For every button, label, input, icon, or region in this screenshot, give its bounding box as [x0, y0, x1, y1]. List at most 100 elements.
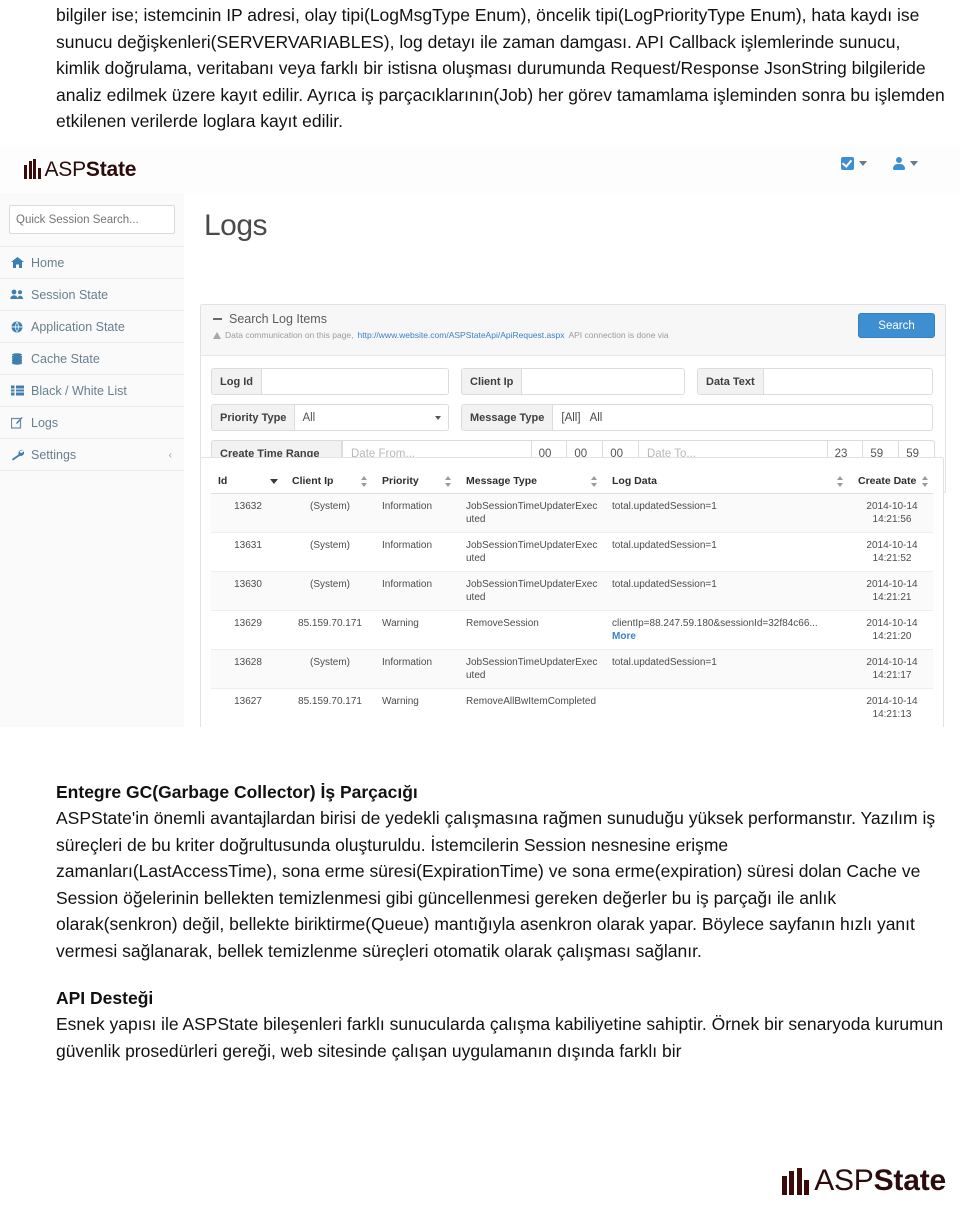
embedded-app-screenshot: ASPState Home — [0, 145, 960, 727]
cell-create-date: 2014-10-14 14:21:20 — [851, 610, 933, 650]
home-icon — [10, 257, 24, 269]
search-input[interactable] — [10, 206, 174, 233]
cell-message-type: RemoveAllBwItemCompleted — [459, 688, 605, 727]
column-header-create-date[interactable]: Create Date — [851, 469, 933, 494]
sort-both-icon — [922, 475, 929, 487]
cell-priority: Warning — [375, 610, 459, 650]
logo-bars-icon — [24, 159, 41, 179]
client-ip-field: Client Ip — [461, 368, 685, 395]
table-row[interactable]: 13627 85.159.70.171 Warning RemoveAllBwI… — [211, 688, 933, 727]
data-text-field: Data Text — [697, 368, 933, 395]
column-header-message-type[interactable]: Message Type — [459, 469, 605, 494]
logs-table-card: Id Client Ip Priority Message Type Log D… — [200, 457, 944, 727]
sidebar-item-black-white-list[interactable]: Black / White List — [0, 375, 184, 407]
header-checkbox-menu[interactable] — [841, 157, 867, 170]
panel-title: Search Log Items — [229, 312, 327, 326]
cell-message-type: JobSessionTimeUpdaterExecuted — [459, 649, 605, 689]
message-type-value-tag: [All] — [561, 411, 581, 424]
cell-message-type: RemoveSession — [459, 610, 605, 650]
data-text-input[interactable] — [763, 369, 932, 394]
log-id-field: Log Id — [211, 368, 449, 395]
column-header-client-ip[interactable]: Client Ip — [285, 469, 375, 494]
cell-client-ip: (System) — [285, 649, 375, 689]
cell-id: 13631 — [211, 532, 285, 572]
cell-client-ip: 85.159.70.171 — [285, 610, 375, 650]
minus-icon[interactable] — [213, 318, 222, 320]
cell-client-ip: (System) — [285, 571, 375, 611]
more-link[interactable]: More — [612, 631, 636, 642]
sidebar-item-label: Application State — [31, 319, 125, 334]
table-row[interactable]: 13630 (System) Information JobSessionTim… — [211, 571, 933, 611]
table-row[interactable]: 13629 85.159.70.171 Warning RemoveSessio… — [211, 610, 933, 650]
sidebar-item-label: Home — [31, 255, 65, 270]
quick-session-search — [9, 205, 175, 234]
search-submit-button[interactable]: Search — [858, 313, 935, 338]
sidebar-item-label: Session State — [31, 287, 109, 302]
cell-log-data: total.updatedSession=1 — [605, 493, 851, 533]
priority-type-select[interactable]: All — [295, 405, 448, 430]
sidebar-item-application-state[interactable]: Application State — [0, 311, 184, 343]
sidebar-item-session-state[interactable]: Session State — [0, 279, 184, 311]
logo-text-light: ASP — [44, 157, 87, 181]
column-header-priority[interactable]: Priority — [375, 469, 459, 494]
log-id-input[interactable] — [262, 369, 448, 394]
sidebar-nav: Home Session State Application State Cac… — [0, 246, 184, 471]
cell-message-type: JobSessionTimeUpdaterExecuted — [459, 571, 605, 611]
sidebar-item-label: Logs — [31, 415, 59, 430]
cell-create-date: 2014-10-14 14:21:13 — [851, 688, 933, 727]
column-header-id[interactable]: Id — [211, 469, 285, 494]
table-row[interactable]: 13632 (System) Information JobSessionTim… — [211, 493, 933, 533]
lower-prose: Entegre GC(Garbage Collector) İş Parçacı… — [0, 780, 960, 1064]
sidebar: Home Session State Application State Cac… — [0, 193, 185, 727]
table-row[interactable]: 13628 (System) Information JobSessionTim… — [211, 649, 933, 689]
column-label: Message Type — [466, 475, 538, 487]
sort-both-icon — [445, 475, 452, 487]
cell-id: 13628 — [211, 649, 285, 689]
warning-icon — [213, 332, 221, 339]
chevron-down-icon — [910, 161, 918, 166]
column-label: Priority — [382, 475, 419, 487]
cell-client-ip: (System) — [285, 532, 375, 572]
checkbox-checked-icon — [841, 157, 854, 170]
log-id-label: Log Id — [212, 369, 262, 394]
cell-create-date: 2014-10-14 14:21:52 — [851, 532, 933, 572]
column-label: Create Date — [858, 475, 917, 487]
logs-table: Id Client Ip Priority Message Type Log D… — [211, 469, 933, 727]
log-data-text: total.updatedSession=1 — [612, 579, 717, 590]
database-icon — [10, 352, 24, 365]
sidebar-item-settings[interactable]: Settings ‹ — [0, 439, 184, 471]
table-body: 13632 (System) Information JobSessionTim… — [211, 493, 933, 727]
main-content: Logs Search Log Items Data communication… — [184, 193, 960, 727]
header-user-menu[interactable] — [893, 157, 918, 170]
api-endpoint-link[interactable]: http://www.website.com/ASPStateApi/ApiRe… — [358, 330, 565, 341]
users-icon — [10, 289, 24, 301]
cell-log-data — [605, 688, 851, 727]
section-heading-gc: Entegre GC(Garbage Collector) İş Parçacı… — [56, 782, 418, 802]
sidebar-item-logs[interactable]: Logs — [0, 407, 184, 439]
panel-title-row: Search Log Items — [213, 312, 933, 326]
cell-log-data: total.updatedSession=1 — [605, 532, 851, 572]
cell-log-data: total.updatedSession=1 — [605, 571, 851, 611]
footer-logo: ASPState — [781, 1166, 946, 1196]
section-body-gc: ASPState'in önemli avantajlardan birisi … — [56, 808, 936, 961]
message-type-label: Message Type — [462, 405, 554, 430]
message-type-select[interactable]: [All] All — [553, 405, 610, 430]
cell-create-date: 2014-10-14 14:21:56 — [851, 493, 933, 533]
cell-priority: Warning — [375, 688, 459, 727]
table-row[interactable]: 13631 (System) Information JobSessionTim… — [211, 532, 933, 572]
cell-create-date: 2014-10-14 14:21:17 — [851, 649, 933, 689]
logo-bars-icon — [781, 1167, 810, 1195]
column-header-log-data[interactable]: Log Data — [605, 469, 851, 494]
edit-icon — [10, 416, 24, 429]
section-body-api: Esnek yapısı ile ASPState bileşenleri fa… — [56, 1014, 944, 1061]
log-data-text: total.updatedSession=1 — [612, 540, 717, 551]
priority-type-value: All — [302, 411, 316, 424]
cell-priority: Information — [375, 493, 459, 533]
footer-logo-bold: State — [873, 1164, 947, 1197]
priority-type-field: Priority Type All — [211, 404, 449, 431]
client-ip-input[interactable] — [522, 369, 684, 394]
footer-logo-text: ASPState — [814, 1166, 946, 1196]
sidebar-item-home[interactable]: Home — [0, 247, 184, 279]
sidebar-item-cache-state[interactable]: Cache State — [0, 343, 184, 375]
logo-text-bold: State — [85, 157, 137, 181]
